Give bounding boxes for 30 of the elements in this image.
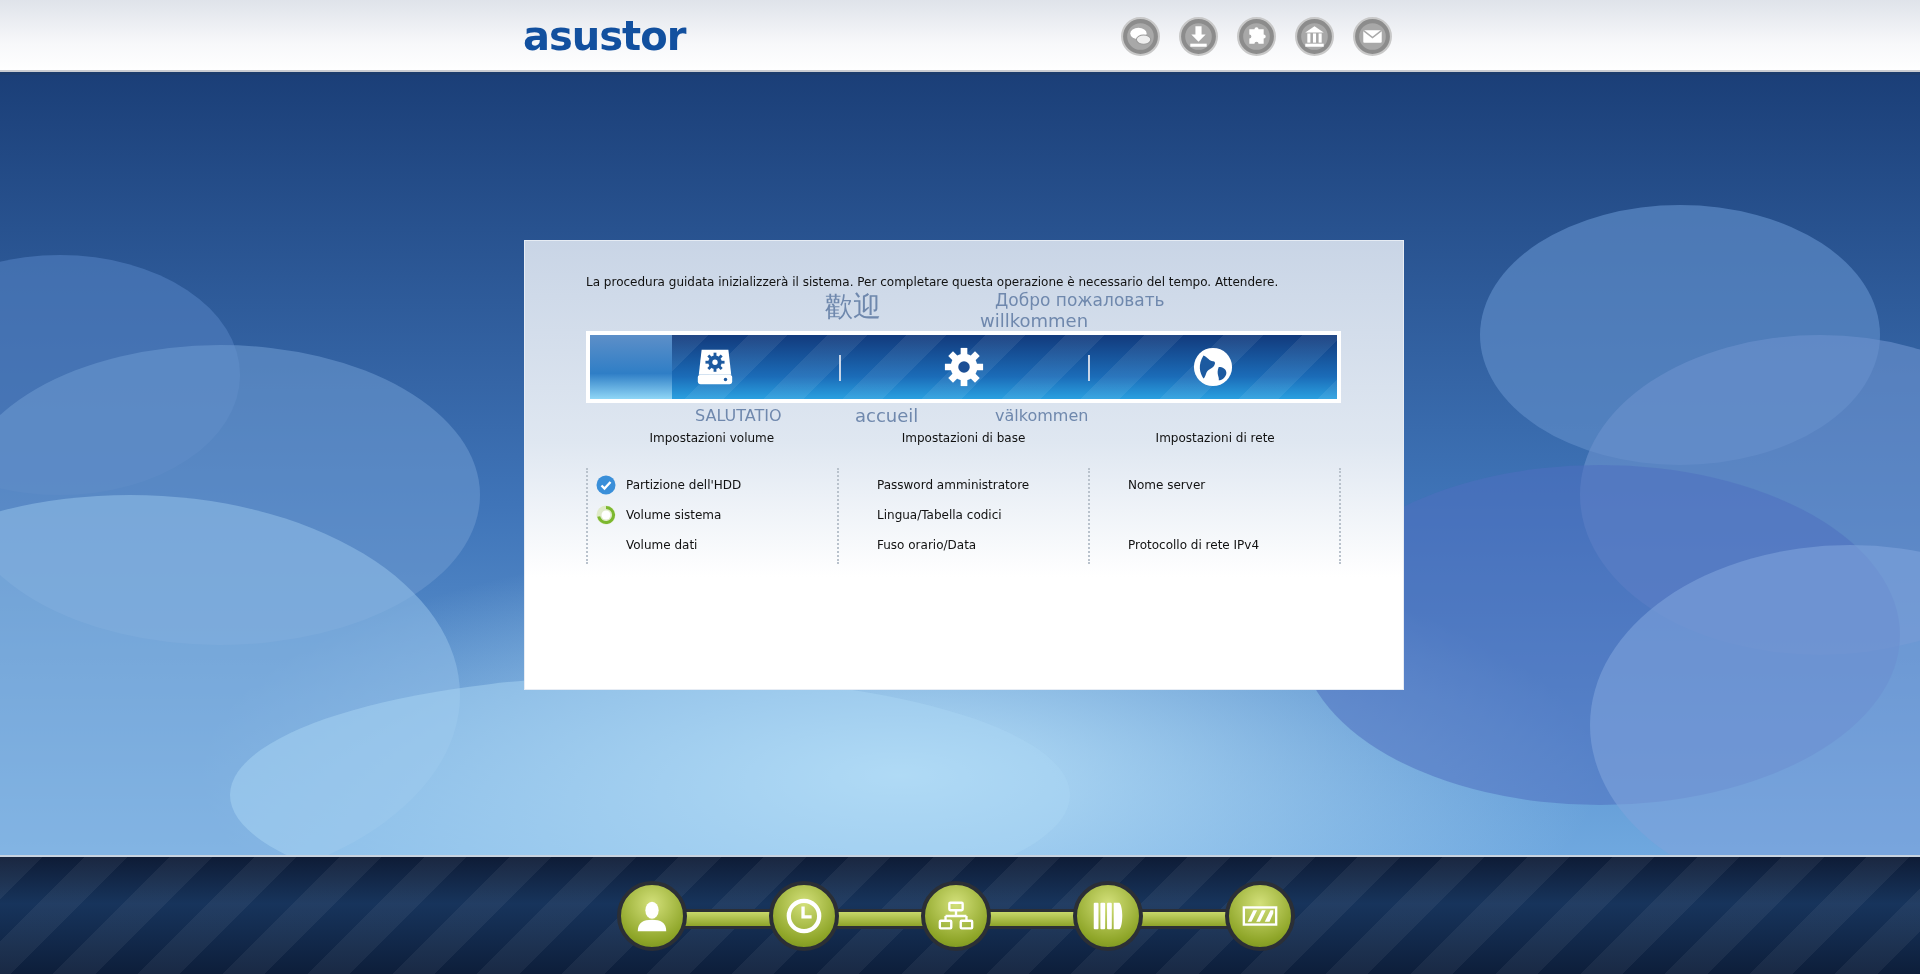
task-label: Volume dati	[626, 538, 698, 552]
task-label: Lingua/Tabella codici	[877, 508, 1002, 522]
chat-icon[interactable]	[1120, 15, 1161, 57]
step-title: Impostazioni di base	[900, 431, 1027, 445]
step-title: Impostazioni di rete	[1154, 431, 1276, 445]
welcome-word: 歡迎	[825, 293, 881, 321]
task-label: Nome server	[1128, 478, 1206, 492]
task-label: Partizione dell'HDD	[626, 478, 742, 492]
puzzle-icon[interactable]	[1236, 15, 1277, 57]
step-node[interactable]	[769, 880, 839, 951]
check-icon	[596, 475, 616, 495]
gear-icon	[942, 346, 985, 388]
logo: asustor	[523, 16, 686, 56]
welcome-word: willkommen	[980, 312, 1089, 330]
step-title: Impostazioni volume	[648, 431, 776, 445]
bank-icon[interactable]	[1294, 15, 1335, 57]
envelope-icon[interactable]	[1352, 15, 1393, 57]
task-label: Protocollo di rete IPv4	[1128, 538, 1260, 552]
welcome-word: SALUTATIO	[695, 408, 782, 424]
task-label: Password amministratore	[877, 478, 1030, 492]
spinner-icon	[596, 505, 616, 525]
clock-icon	[785, 896, 823, 935]
welcome-word: accueil	[855, 407, 919, 425]
welcome-word: Добро пожаловать	[995, 292, 1165, 309]
wizard-message: La procedura guidata inizializzerà il sistema. Per completare questa operazione è necessario del tempo. Attendere.	[586, 275, 1280, 289]
welcome-word: välkommen	[995, 408, 1089, 424]
task-label: Volume sistema	[626, 508, 722, 522]
download-icon[interactable]	[1178, 15, 1219, 57]
task-label: Fuso orario/Data	[877, 538, 977, 552]
globe-icon	[1191, 346, 1234, 388]
